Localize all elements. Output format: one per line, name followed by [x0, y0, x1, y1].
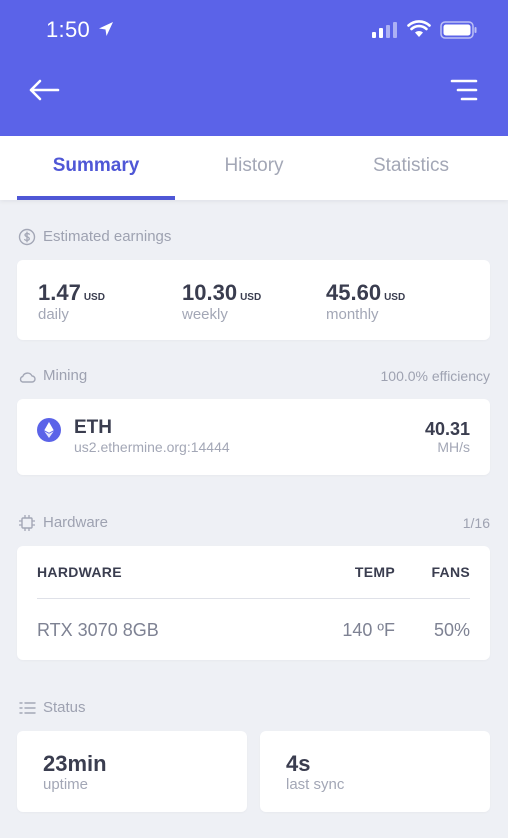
mining-hashrate-unit: MH/s: [437, 439, 470, 455]
mining-card[interactable]: ETH us2.ethermine.org:14444 40.31 MH/s: [17, 399, 490, 475]
earnings-monthly-label: monthly: [326, 306, 379, 323]
hardware-row-temp: 140 ºF: [342, 620, 395, 640]
hardware-column-header: HARDWARE: [37, 564, 122, 580]
status-section-label: Status: [43, 699, 86, 716]
wifi-icon: [407, 20, 431, 37]
back-arrow-icon[interactable]: [28, 78, 60, 102]
mining-efficiency: 100.0% efficiency: [380, 368, 490, 384]
earnings-weekly-value: 10.30: [182, 280, 238, 305]
table-divider: [37, 598, 470, 599]
hardware-row-name: RTX 3070 8GB: [37, 620, 159, 640]
ethereum-icon: [37, 418, 61, 442]
earnings-monthly-value: 45.60: [326, 280, 382, 305]
dollar-icon: [18, 228, 36, 246]
cellular-signal-icon: [372, 22, 397, 38]
menu-icon[interactable]: [450, 79, 478, 101]
earnings-section-label: Estimated earnings: [43, 228, 172, 245]
earnings-card: 1.47 USD daily 10.30 USD weekly 45.60 USD m…: [17, 260, 490, 340]
status-time: 1:50: [46, 17, 91, 42]
uptime-label: uptime: [43, 776, 89, 793]
last-sync-label: last sync: [286, 776, 345, 793]
last-sync-value: 4s: [286, 751, 311, 776]
earnings-daily-value: 1.47: [38, 280, 81, 305]
tab-bar: Summary History Statistics: [0, 136, 508, 200]
earnings-daily: 1.47 USD daily: [38, 280, 105, 323]
mining-section-label: Mining: [43, 367, 88, 384]
earnings-daily-unit: USD: [83, 292, 105, 303]
earnings-daily-label: daily: [38, 306, 69, 323]
uptime-card: 23min uptime: [17, 731, 247, 812]
earnings-monthly-unit: USD: [384, 292, 406, 303]
cloud-icon: [19, 372, 36, 383]
earnings-weekly-unit: USD: [240, 292, 262, 303]
hardware-row-fans: 50%: [433, 620, 470, 640]
last-sync-card: 4s last sync: [260, 731, 490, 812]
temp-column-header: TEMP: [354, 564, 395, 580]
hardware-table: HARDWARE TEMP FANS RTX 3070 8GB 140 ºF 5…: [17, 546, 490, 660]
earnings-monthly: 45.60 USD monthly: [326, 280, 405, 323]
earnings-weekly: 10.30 USD weekly: [182, 280, 261, 323]
mining-pool: us2.ethermine.org:14444: [74, 439, 230, 455]
location-arrow-icon: [99, 22, 113, 36]
tab-history[interactable]: History: [175, 136, 333, 200]
earnings-weekly-label: weekly: [182, 306, 228, 323]
hardware-section-label: Hardware: [43, 514, 109, 531]
hardware-count: 1/16: [462, 515, 490, 531]
uptime-value: 23min: [43, 751, 107, 776]
battery-icon: [440, 21, 477, 39]
tab-summary[interactable]: Summary: [17, 136, 175, 200]
app-header: 1:50: [0, 0, 508, 136]
tab-statistics[interactable]: Statistics: [332, 136, 490, 200]
chip-icon: [19, 515, 35, 531]
mining-hashrate: 40.31: [424, 419, 470, 439]
fans-column-header: FANS: [431, 564, 470, 580]
list-icon: [19, 702, 36, 714]
mining-coin: ETH: [74, 417, 112, 438]
